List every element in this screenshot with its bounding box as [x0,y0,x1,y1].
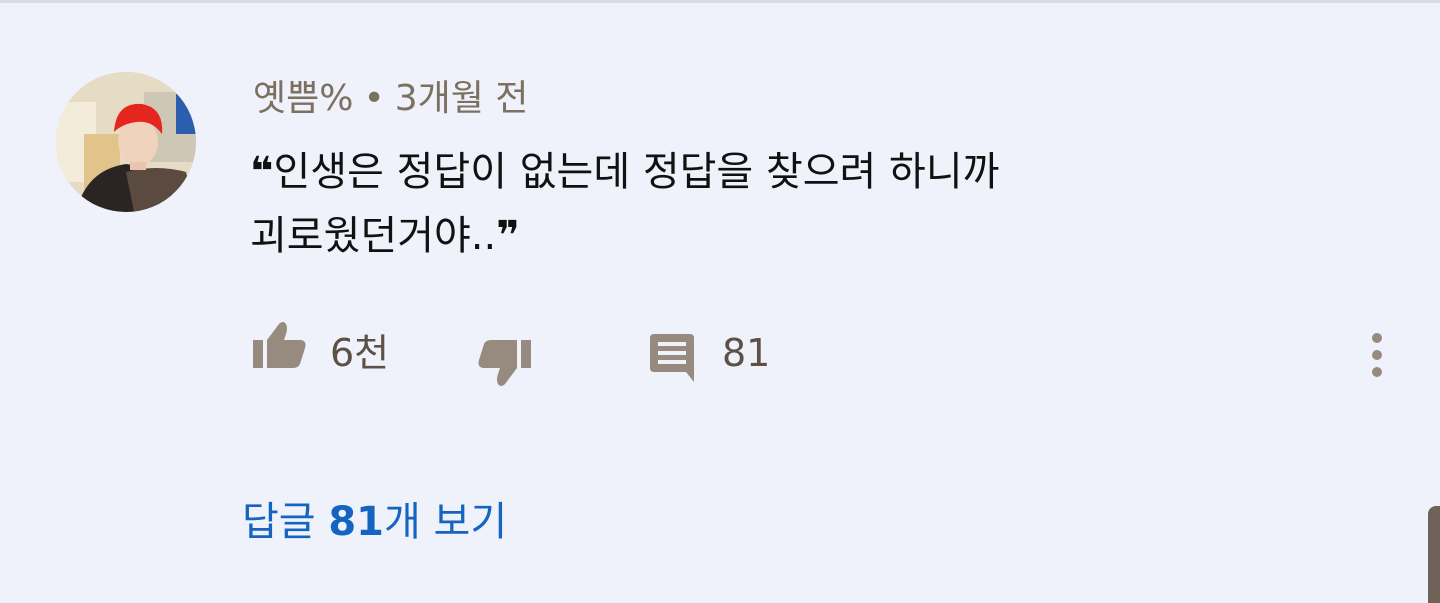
comment-icon[interactable] [648,334,696,382]
meta-separator: • [363,78,385,119]
open-quote: ❝ [250,149,274,195]
comment-time: 3개월 전 [394,78,529,119]
scroll-edge [1428,506,1440,603]
avatar-image [56,72,196,212]
author-name[interactable]: 옛쁨% [253,78,353,119]
reply-count: 81 [722,331,771,375]
replies-prefix: 답글 [242,499,329,545]
comment-actions: 6천 81 [0,318,1440,388]
like-count: 6천 [330,331,390,375]
avatar[interactable] [56,72,196,212]
replies-count: 81 [328,499,384,545]
close-quote: ❞ [496,213,520,259]
comment-meta: 옛쁨% • 3개월 전 [253,74,528,124]
top-divider [0,0,1440,3]
more-vertical-icon[interactable] [1355,324,1399,386]
comment-text: ❝인생은 정답이 없는데 정답을 찾으려 하니까 괴로웠던거야..❞ [250,140,1250,268]
replies-suffix: 개 보기 [384,499,508,545]
comment-line-1: 인생은 정답이 없는데 정답을 찾으려 하니까 [273,149,1000,195]
thumbs-down-icon[interactable] [477,338,531,388]
thumbs-up-icon[interactable] [253,320,307,370]
comment-line-2: 괴로웠던거야.. [250,213,497,259]
view-replies-button[interactable]: 답글 81개 보기 [242,492,507,552]
